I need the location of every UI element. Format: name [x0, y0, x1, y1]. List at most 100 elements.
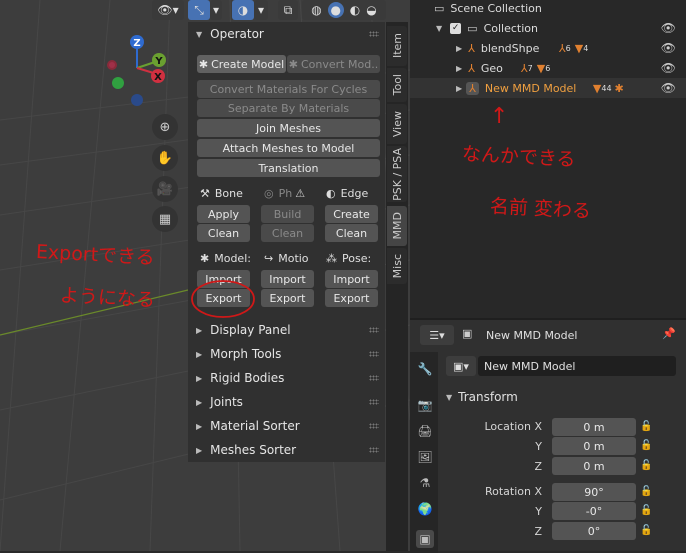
drag-grip[interactable] [369, 31, 379, 37]
chevron-right-icon: ▶ [196, 445, 203, 455]
visibility-eye-icon[interactable]: 👁 [661, 81, 676, 95]
object-name-field[interactable]: New MMD Model [478, 356, 676, 376]
pose-label-row: ⁂ Pose: [326, 252, 371, 265]
outliner-scene-collection[interactable]: ▭ Scene Collection [410, 0, 686, 18]
view-menu-button[interactable]: 👁▾ [152, 0, 184, 20]
tab-mmd[interactable]: MMD [387, 206, 407, 246]
shading-mode-buttons[interactable]: ◍ ● ◐ ◒ [302, 0, 386, 20]
bone-clean-button[interactable]: Clean [197, 224, 250, 242]
bone-apply-button[interactable]: Apply [197, 205, 250, 223]
lock-icon[interactable]: 🔓 [640, 421, 652, 432]
lock-icon[interactable]: 🔓 [640, 505, 652, 516]
motion-import-button[interactable]: Import [261, 270, 314, 288]
camera-view-button[interactable]: 🎥 [152, 176, 178, 202]
transform-dropdown[interactable]: ▾ [210, 0, 222, 20]
drag-grip[interactable] [369, 423, 379, 429]
drag-grip[interactable] [369, 351, 379, 357]
location-y-field[interactable]: 0 m [552, 437, 636, 455]
operator-panel-header[interactable]: ▼ Operator [188, 22, 385, 46]
translation-button[interactable]: Translation [197, 159, 380, 177]
rendered-shading-icon[interactable]: ◒ [366, 3, 376, 17]
lock-icon[interactable]: 🔓 [640, 440, 652, 451]
wireframe-shading-icon[interactable]: ◍ [311, 3, 321, 17]
rotation-x-field[interactable]: 90° [552, 483, 636, 501]
lock-icon[interactable]: 🔓 [640, 460, 652, 471]
pan-button[interactable]: ✋ [152, 145, 178, 171]
xray-icon: ⧉ [283, 2, 293, 17]
solid-shading-icon[interactable]: ● [327, 2, 344, 18]
tab-psk-psa[interactable]: PSK / PSA [387, 146, 407, 202]
drag-grip[interactable] [369, 327, 379, 333]
overlay-dropdown[interactable]: ▾ [254, 0, 268, 20]
overlay-button[interactable]: ◑ [232, 0, 254, 20]
editor-type-dropdown[interactable]: ☰▾ [420, 325, 454, 345]
rotation-x-label: Rotation X [484, 485, 542, 498]
separate-by-materials-button[interactable]: Separate By Materials [197, 99, 380, 117]
chevron-right-icon: ▶ [196, 325, 203, 335]
joints-header[interactable]: ▶ Joints [188, 390, 385, 414]
rigid-bodies-header[interactable]: ▶ Rigid Bodies [188, 366, 385, 390]
motion-export-button[interactable]: Export [261, 289, 314, 307]
checkbox-icon[interactable]: ✓ [450, 22, 462, 34]
edge-clean-button[interactable]: Clean [325, 224, 378, 242]
transform-gizmo-button[interactable]: ⤡ [188, 0, 210, 20]
outliner-item-new-mmd-model[interactable]: ▶ ⅄ New MMD Model ▼ 44 ✱ 👁 [410, 78, 686, 98]
morph-tools-header[interactable]: ▶ Morph Tools [188, 342, 385, 366]
navigation-gizmo[interactable]: Z Y X [100, 30, 180, 110]
tab-tool[interactable]: Tool [387, 68, 407, 102]
display-panel-header[interactable]: ▶ Display Panel [188, 318, 385, 342]
ortho-toggle-button[interactable]: ▦ [152, 206, 178, 232]
tab-mmd-label: MMD [390, 212, 404, 240]
drag-grip[interactable] [369, 447, 379, 453]
physics-clean-button[interactable]: Clean [261, 224, 314, 242]
drag-grip[interactable] [369, 375, 379, 381]
gizmo-z-label: Z [133, 38, 140, 49]
transform-panel-header[interactable]: ▼ Transform [446, 386, 686, 408]
view-layer-icon[interactable]: 🖼 [416, 448, 434, 466]
render-icon[interactable]: 📷 [416, 396, 434, 414]
rotation-z-field[interactable]: 0° [552, 522, 636, 540]
convert-model-button[interactable]: ✱ Convert Mod.. [287, 55, 380, 73]
rotation-y-field[interactable]: -0° [552, 502, 636, 520]
location-x-field[interactable]: 0 m [552, 418, 636, 436]
material-shading-icon[interactable]: ◐ [350, 3, 360, 17]
object-tab-icon[interactable]: ▣ [416, 530, 434, 548]
pose-export-button[interactable]: Export [325, 289, 378, 307]
lock-icon[interactable]: 🔓 [640, 486, 652, 497]
edge-create-button[interactable]: Create [325, 205, 378, 223]
outliner-item-geo[interactable]: ▶ ⅄ Geo ⅄ 7 ▼ 6 👁 [410, 58, 686, 78]
visibility-eye-icon[interactable]: 👁 [661, 61, 676, 75]
output-icon[interactable]: 🖨 [416, 422, 434, 440]
physics-build-button[interactable]: Build [261, 205, 314, 223]
create-model-button[interactable]: ✱ Create Model [197, 55, 286, 73]
chevron-down-icon: ▼ [446, 392, 453, 402]
tab-item[interactable]: Item [387, 26, 407, 66]
visibility-eye-icon[interactable]: 👁 [661, 41, 676, 55]
drag-grip[interactable] [369, 399, 379, 405]
xray-button[interactable]: ⧉ [278, 0, 298, 20]
armature-icon: ✱ [614, 81, 624, 95]
location-z-field[interactable]: 0 m [552, 457, 636, 475]
convert-materials-button[interactable]: Convert Materials For Cycles [197, 80, 380, 98]
outliner-item-blendshpe[interactable]: ▶ ⅄ blendShpe ⅄ 6 ▼ 4 👁 [410, 38, 686, 58]
location-z-label: Z [534, 460, 542, 473]
properties-editor-icon: ☰▾ [429, 328, 445, 342]
zoom-button[interactable]: ⊕ [152, 114, 178, 140]
pin-icon[interactable]: 📌 [662, 327, 676, 340]
lock-icon[interactable]: 🔓 [640, 525, 652, 536]
pose-import-button[interactable]: Import [325, 270, 378, 288]
material-sorter-header[interactable]: ▶ Material Sorter [188, 414, 385, 438]
tab-view[interactable]: View [387, 104, 407, 144]
world-icon[interactable]: 🌍 [416, 500, 434, 518]
meshes-sorter-header[interactable]: ▶ Meshes Sorter [188, 438, 385, 462]
tab-misc[interactable]: Misc [387, 248, 407, 284]
tool-icon[interactable]: 🔧 [416, 360, 434, 378]
scene-icon[interactable]: ⚗ [416, 474, 434, 492]
join-meshes-button[interactable]: Join Meshes [197, 119, 380, 137]
visibility-eye-icon[interactable]: 👁 [661, 21, 676, 35]
outliner-collection[interactable]: ▼ ✓ ▭ Collection 👁 [410, 18, 686, 38]
object-type-dropdown[interactable]: ▣▾ [446, 356, 476, 376]
attach-meshes-button[interactable]: Attach Meshes to Model [197, 139, 380, 157]
camera-icon: 🎥 [156, 181, 174, 197]
meshes-sorter-title: Meshes Sorter [210, 443, 297, 457]
